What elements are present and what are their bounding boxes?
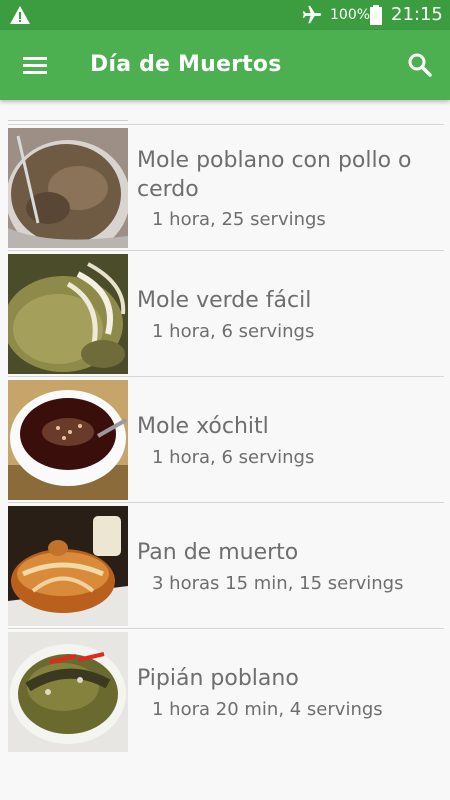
recipe-meta: 3 horas 15 min, 15 servings	[152, 573, 404, 594]
search-icon	[408, 53, 432, 77]
recipe-thumbnail	[8, 128, 128, 248]
recipe-meta: 1 hora, 6 servings	[152, 321, 315, 342]
recipe-row-mole-poblano[interactable]: Mole poblano con pollo o cerdo 1 hora, 2…	[0, 125, 450, 251]
recipe-row-pipian-poblano[interactable]: Pipián poblano 1 hora 20 min, 4 servings	[0, 629, 450, 755]
toolbar-title: Día de Muertos	[90, 52, 282, 77]
recipe-title: Mole poblano con pollo o cerdo	[137, 148, 412, 202]
recipe-meta: 1 hora, 25 servings	[152, 209, 326, 230]
recipe-thumbnail	[8, 632, 128, 752]
menu-button[interactable]	[14, 45, 54, 85]
battery-percent: 100%	[330, 7, 371, 23]
search-button[interactable]	[400, 45, 440, 85]
status-bar: 100% 21:15	[0, 0, 450, 30]
recipe-title: Mole verde fácil	[137, 288, 312, 313]
warning-icon	[10, 6, 30, 24]
recipe-thumbnail	[8, 380, 128, 500]
hamburger-menu-icon	[23, 57, 47, 74]
recipe-row-mole-verde[interactable]: Mole verde fácil 1 hora, 6 servings	[0, 251, 450, 377]
app-toolbar: Día de Muertos	[0, 30, 450, 100]
airplane-mode-icon	[302, 5, 322, 24]
status-clock: 21:15	[391, 4, 443, 25]
recipe-thumbnail	[8, 254, 128, 374]
recipe-title: Mole xóchitl	[137, 414, 269, 439]
recipe-title: Pan de muerto	[137, 540, 299, 565]
recipe-meta: 1 hora 20 min, 4 servings	[152, 699, 383, 720]
battery-icon	[370, 5, 382, 25]
recipe-title: Pipián poblano	[137, 666, 299, 691]
recipe-meta: 1 hora, 6 servings	[152, 447, 315, 468]
recipe-thumbnail	[8, 506, 128, 626]
recipe-row-pan-de-muerto[interactable]: Pan de muerto 3 horas 15 min, 15 serving…	[0, 503, 450, 629]
recipe-row-mole-xochitl[interactable]: Mole xóchitl 1 hora, 6 servings	[0, 377, 450, 503]
